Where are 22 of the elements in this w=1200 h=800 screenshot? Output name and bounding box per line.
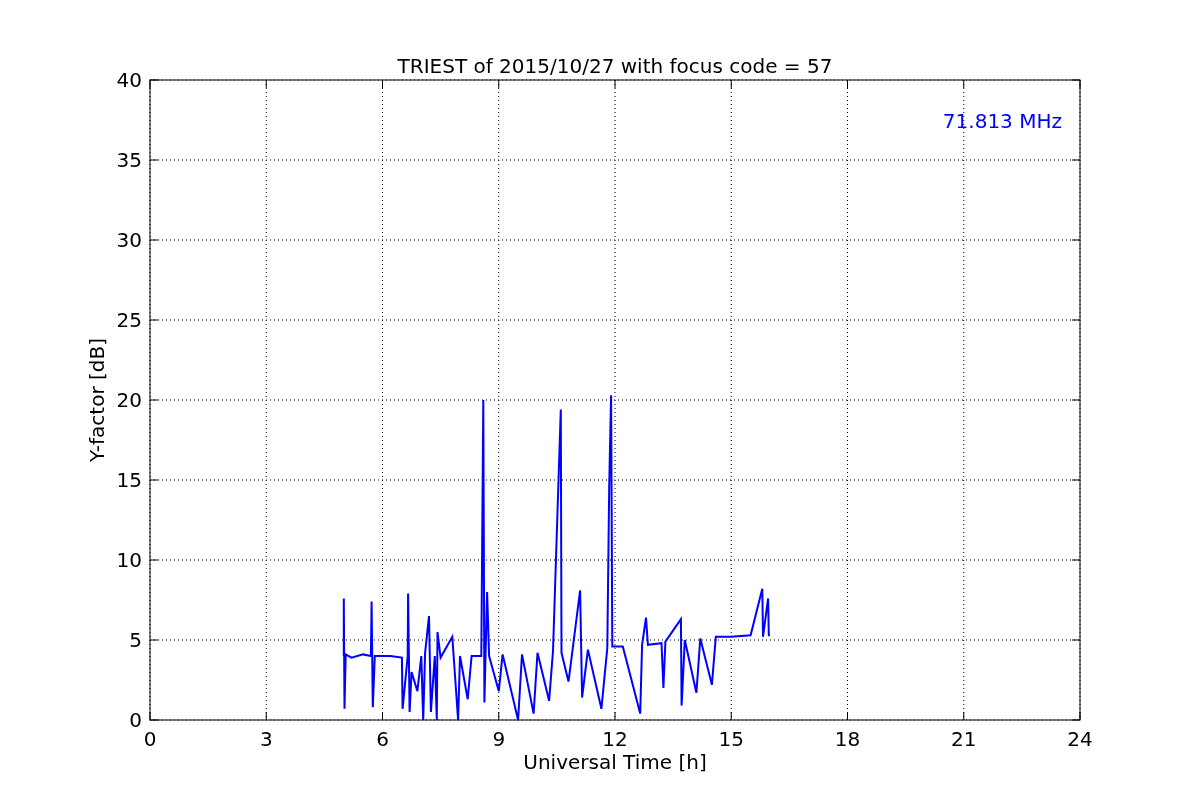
y-tick-label: 15 <box>116 468 142 492</box>
x-tick-label: 15 <box>718 727 744 751</box>
y-axis-label: Y-factor [dB] <box>85 338 109 462</box>
y-tick-label: 5 <box>129 628 142 652</box>
y-tick-label: 20 <box>116 388 142 412</box>
x-tick-label: 21 <box>951 727 977 751</box>
x-axis-label: Universal Time [h] <box>523 750 707 774</box>
x-tick-label: 18 <box>834 727 861 751</box>
chart-title: TRIEST of 2015/10/27 with focus code = 57 <box>397 54 833 78</box>
y-tick-label: 35 <box>116 148 142 172</box>
y-tick-label: 25 <box>116 308 142 332</box>
series-label: 71.813 MHz <box>942 109 1062 133</box>
x-tick-label: 12 <box>602 727 628 751</box>
y-tick-label: 10 <box>116 548 142 572</box>
y-tick-label: 0 <box>129 708 142 732</box>
x-tick-label: 0 <box>143 727 157 751</box>
y-tick-label: 30 <box>116 228 142 252</box>
y-tick-label: 40 <box>116 68 142 92</box>
x-tick-label: 6 <box>376 727 389 751</box>
x-tick-label: 3 <box>259 727 273 751</box>
x-tick-label: 24 <box>1067 727 1093 751</box>
x-tick-label: 9 <box>492 727 506 751</box>
